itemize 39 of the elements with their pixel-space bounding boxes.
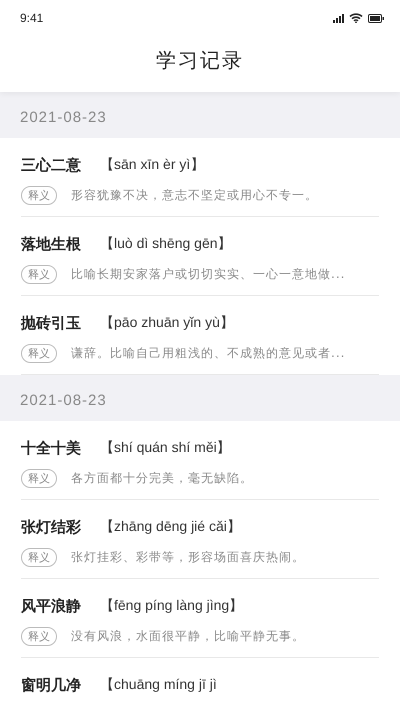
idiom-definition: 形容犹豫不决，意志不坚定或用心不专一。 (71, 187, 318, 204)
definition-tag: 释义 (21, 186, 57, 205)
idiom-definition: 谦辞。比喻自己用粗浅的、不成熟的意见或者... (71, 345, 346, 362)
idiom-word: 窗明几净 (21, 676, 82, 694)
idiom-pinyin: 【sān xīn èr yì】 (100, 156, 204, 174)
definition-tag: 释义 (21, 469, 57, 488)
page-title: 学习记录 (155, 47, 245, 74)
idiom-definition: 张灯挂彩、彩带等，形容场面喜庆热闹。 (71, 549, 305, 566)
idiom-pinyin: 【pāo zhuān yǐn yù】 (100, 314, 234, 332)
idiom-pinyin: 【zhāng dēng jié cǎi】 (100, 518, 241, 536)
idiom-entry[interactable]: 窗明几净 【chuāng míng jī jì (21, 658, 379, 711)
definition-tag: 释义 (21, 548, 57, 567)
idiom-definition: 各方面都十分完美，毫无缺陷。 (71, 470, 253, 487)
idiom-pinyin: 【luò dì shēng gēn】 (100, 235, 232, 253)
idiom-entry[interactable]: 十全十美 【shí quán shí měi】 释义 各方面都十分完美，毫无缺陷。 (21, 421, 379, 500)
idiom-entry[interactable]: 落地生根 【luò dì shēng gēn】 释义 比喻长期安家落户或切切实实、一心一意地做... (21, 217, 379, 296)
idiom-word: 十全十美 (21, 438, 82, 458)
idiom-entry[interactable]: 张灯结彩 【zhāng dēng jié cǎi】 释义 张灯挂彩、彩带等，形容场面喜庆热闹。 (21, 500, 379, 579)
definition-tag: 释义 (21, 265, 57, 284)
definition-tag: 释义 (21, 344, 57, 363)
idiom-word: 三心二意 (21, 156, 82, 174)
idiom-pinyin: 【chuāng míng jī jì (100, 676, 217, 694)
idiom-word: 张灯结彩 (21, 518, 82, 536)
date-header: 2021-08-23 (0, 375, 400, 421)
status-time: 9:41 (20, 11, 44, 25)
idiom-pinyin: 【fēng píng làng jìng】 (100, 597, 244, 615)
idiom-entry[interactable]: 风平浪静 【fēng píng làng jìng】 释义 没有风浪，水面很平静，比喻平静无事。 (21, 579, 379, 658)
idiom-entry[interactable]: 三心二意 【sān xīn èr yì】 释义 形容犹豫不决，意志不坚定或用心不专一。 (21, 138, 379, 217)
idiom-word: 风平浪静 (21, 596, 82, 616)
idiom-word: 落地生根 (21, 234, 82, 254)
signal-icon (333, 14, 344, 22)
wifi-icon (349, 13, 363, 23)
battery-icon (368, 14, 384, 22)
definition-tag: 释义 (21, 627, 57, 646)
date-header: 2021-08-23 (0, 92, 400, 138)
idiom-pinyin: 【shí quán shí měi】 (100, 439, 231, 457)
idiom-definition: 比喻长期安家落户或切切实实、一心一意地做... (71, 266, 346, 283)
idiom-word: 抛砖引玉 (21, 314, 82, 332)
idiom-definition: 没有风浪，水面很平静，比喻平静无事。 (71, 628, 305, 645)
